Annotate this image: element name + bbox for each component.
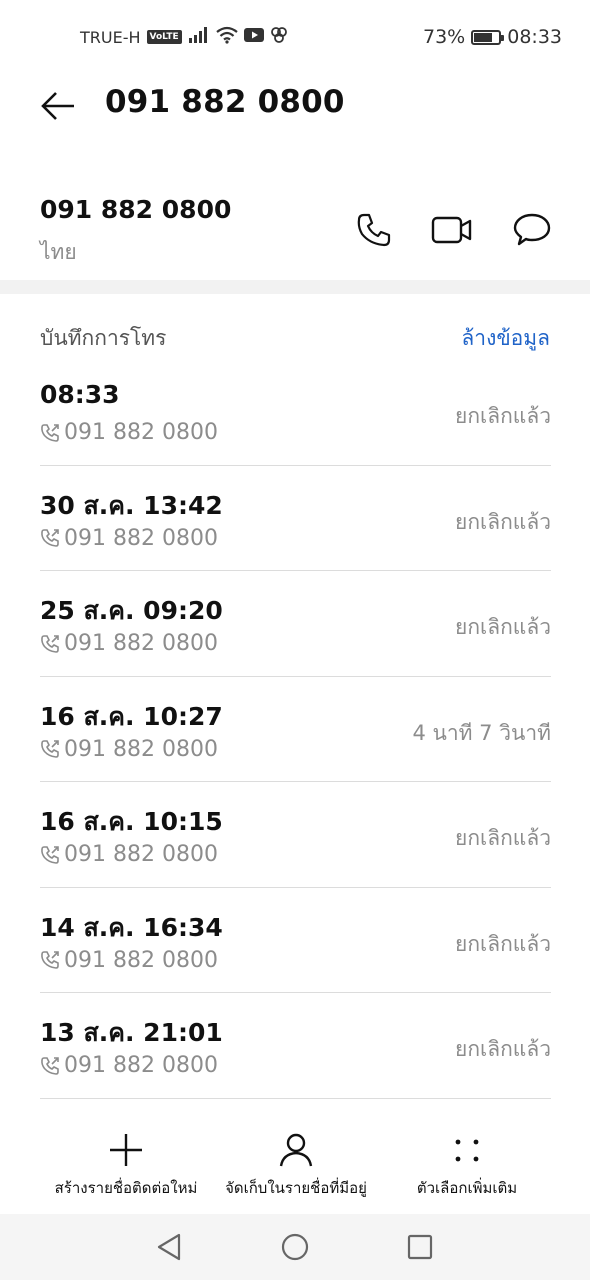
more-options-button[interactable]: ตัวเลือกเพิ่มเติม xyxy=(392,1130,542,1200)
save-to-existing-label: จัดเก็บในรายชื่อที่มีอยู่ xyxy=(225,1179,367,1197)
contact-number: 091 882 0800 xyxy=(40,195,232,224)
call-log-header: บันทึกการโทร ล้างข้อมูล xyxy=(0,318,590,358)
call-log-row[interactable]: 16 ส.ค. 10:27 091 882 0800 4 นาที 7 วินา… xyxy=(40,677,551,782)
call-number: 091 882 0800 xyxy=(64,736,218,762)
back-button[interactable] xyxy=(36,86,80,126)
bottom-action-bar: สร้างรายชื่อติดต่อใหม่ จัดเก็บในรายชื่อท… xyxy=(0,1130,590,1214)
volte-badge: VoLTE xyxy=(146,30,182,44)
call-duration: 4 นาที 7 วินาที xyxy=(412,720,551,745)
call-time: 08:33 xyxy=(40,380,120,409)
call-status: ยกเลิกแล้ว xyxy=(455,404,551,428)
status-time: 08:33 xyxy=(507,26,562,48)
screen: TRUE-H VoLTE 73% 08:33 091 882 0800 091 … xyxy=(0,0,590,1280)
status-bar: TRUE-H VoLTE 73% 08:33 xyxy=(0,0,590,74)
header: 091 882 0800 xyxy=(0,74,590,138)
call-status: ยกเลิกแล้ว xyxy=(455,931,551,956)
call-log-row[interactable]: 13 ส.ค. 21:01 091 882 0800 ยกเลิกแล้ว xyxy=(40,993,551,1099)
battery-percent: 73% xyxy=(423,26,466,48)
system-nav-bar xyxy=(0,1214,590,1280)
nav-home-button[interactable] xyxy=(278,1230,312,1264)
call-number-line: 091 882 0800 xyxy=(40,842,218,867)
call-time: 30 ส.ค. 13:42 xyxy=(40,490,223,520)
call-number: 091 882 0800 xyxy=(64,525,218,551)
battery-fill xyxy=(474,32,492,42)
call-log-title: บันทึกการโทร xyxy=(40,326,167,350)
square-recents-icon xyxy=(407,1234,433,1260)
more-options-label: ตัวเลือกเพิ่มเติม xyxy=(416,1179,518,1197)
call-status: ยกเลิกแล้ว xyxy=(455,509,551,534)
circle-home-icon xyxy=(281,1233,309,1261)
call-log-row[interactable]: 16 ส.ค. 10:15 091 882 0800 ยกเลิกแล้ว xyxy=(40,782,551,888)
call-number: 091 882 0800 xyxy=(64,1053,218,1078)
status-right: 73% 08:33 xyxy=(423,26,562,48)
outgoing-call-icon xyxy=(41,740,59,758)
call-number-line: 091 882 0800 xyxy=(40,420,218,445)
carrier-label: TRUE-H xyxy=(80,27,141,47)
outgoing-call-icon xyxy=(41,423,59,442)
battery-icon xyxy=(471,29,505,45)
dots-grid-icon xyxy=(447,1130,487,1170)
contact-region: ไทย xyxy=(40,240,77,264)
outgoing-call-icon xyxy=(41,951,59,969)
call-log-list: 08:33 091 882 0800 ยกเลิกแล้ว 30 ส.ค. 13… xyxy=(40,360,551,1099)
call-number: 091 882 0800 xyxy=(64,842,218,867)
call-log-row[interactable]: 14 ส.ค. 16:34 091 882 0800 ยกเลิกแล้ว xyxy=(40,888,551,993)
call-number-line: 091 882 0800 xyxy=(40,737,218,762)
video-camera-icon xyxy=(431,216,472,244)
call-status: ยกเลิกแล้ว xyxy=(455,615,551,639)
call-number-line: 091 882 0800 xyxy=(40,1053,218,1078)
section-divider xyxy=(0,280,590,294)
call-status: ยกเลิกแล้ว xyxy=(455,1037,551,1061)
signal-icon xyxy=(188,27,210,47)
save-to-existing-button[interactable]: จัดเก็บในรายชื่อที่มีอยู่ xyxy=(216,1130,376,1200)
message-button[interactable] xyxy=(510,208,554,252)
nav-recents-button[interactable] xyxy=(403,1230,437,1264)
app-notification-icon xyxy=(270,26,288,48)
call-number-line: 091 882 0800 xyxy=(40,631,218,656)
call-time: 14 ส.ค. 16:34 xyxy=(40,912,223,942)
call-log-row[interactable]: 25 ส.ค. 09:20 091 882 0800 ยกเลิกแล้ว xyxy=(40,571,551,677)
outgoing-call-icon xyxy=(41,1056,59,1075)
wifi-icon xyxy=(216,26,238,48)
call-time: 13 ส.ค. 21:01 xyxy=(40,1018,223,1047)
call-button[interactable] xyxy=(352,208,396,252)
triangle-back-icon xyxy=(157,1233,181,1261)
clear-log-button[interactable]: ล้างข้อมูล xyxy=(461,322,550,355)
call-number-line: 091 882 0800 xyxy=(40,948,218,973)
phone-icon xyxy=(357,213,391,247)
status-left: TRUE-H VoLTE xyxy=(80,26,288,48)
call-time: 16 ส.ค. 10:27 xyxy=(40,701,223,731)
contact-section: 091 882 0800 ไทย xyxy=(0,180,590,280)
outgoing-call-icon xyxy=(41,529,59,547)
outgoing-call-icon xyxy=(41,634,59,653)
call-status: ยกเลิกแล้ว xyxy=(455,826,551,850)
outgoing-call-icon xyxy=(41,845,59,864)
arrow-left-icon xyxy=(41,92,74,120)
page-title: 091 882 0800 xyxy=(105,84,345,120)
youtube-icon xyxy=(243,27,264,47)
call-log-row[interactable]: 08:33 091 882 0800 ยกเลิกแล้ว xyxy=(40,360,551,466)
chat-bubble-icon xyxy=(513,213,551,246)
call-number: 091 882 0800 xyxy=(64,947,218,973)
call-number-line: 091 882 0800 xyxy=(40,526,218,551)
new-contact-button[interactable]: สร้างรายชื่อติดต่อใหม่ xyxy=(46,1130,206,1200)
call-time: 25 ส.ค. 09:20 xyxy=(40,596,223,625)
nav-back-button[interactable] xyxy=(152,1230,186,1264)
video-call-button[interactable] xyxy=(430,208,474,252)
call-number: 091 882 0800 xyxy=(64,420,218,445)
new-contact-label: สร้างรายชื่อติดต่อใหม่ xyxy=(54,1179,198,1197)
person-icon xyxy=(276,1130,316,1170)
call-number: 091 882 0800 xyxy=(64,631,218,656)
call-log-row[interactable]: 30 ส.ค. 13:42 091 882 0800 ยกเลิกแล้ว xyxy=(40,466,551,571)
plus-icon xyxy=(106,1130,146,1170)
call-time: 16 ส.ค. 10:15 xyxy=(40,807,223,836)
